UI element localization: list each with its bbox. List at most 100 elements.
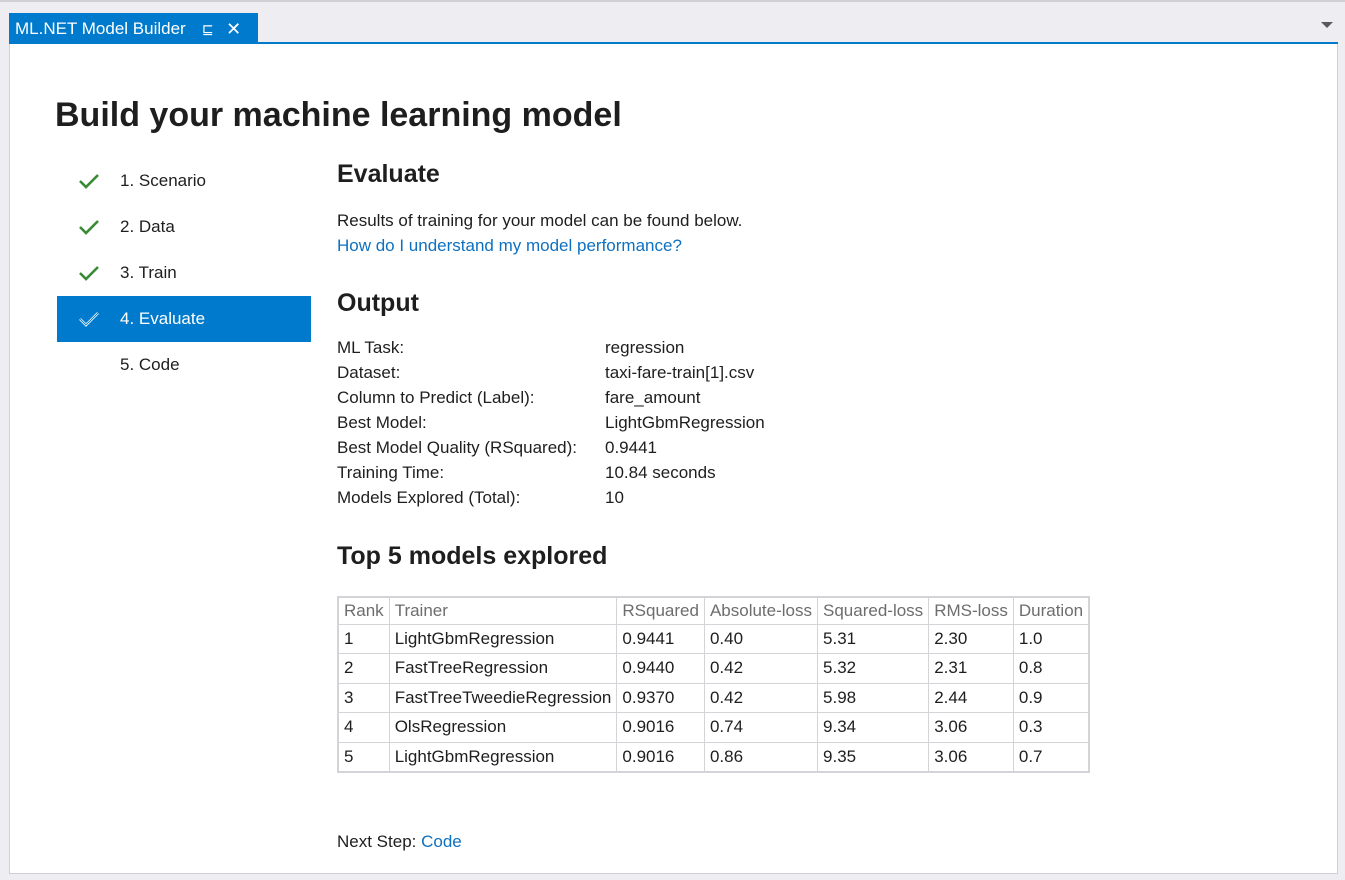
output-key: Dataset: <box>337 363 401 382</box>
checkmark-icon <box>57 296 120 342</box>
output-details: ML Task: regression Dataset: taxi-fare-trai… <box>337 338 765 513</box>
output-value: taxi-fare-train[1].csv <box>605 363 755 382</box>
output-row: Best Model: LightGbmRegression <box>337 413 765 438</box>
evaluate-heading: Evaluate <box>337 160 440 188</box>
table-header-row: Rank Trainer RSquared Absolute-loss Squared-… <box>337 596 1090 625</box>
table-cell-rsquared: 0.9370 <box>616 682 705 713</box>
table-cell-absolute-loss: 0.40 <box>703 623 819 654</box>
step-scenario[interactable]: 1. Scenario <box>57 158 311 204</box>
column-header-squared-loss[interactable]: Squared-loss <box>817 596 930 625</box>
table-cell-rank: 3 <box>337 682 390 713</box>
output-value: LightGbmRegression <box>605 413 765 432</box>
table-cell-duration: 0.3 <box>1012 712 1090 743</box>
output-heading: Output <box>337 289 419 317</box>
model-builder-pane: Build your machine learning model 1. Sce… <box>9 44 1338 874</box>
table-cell-rsquared: 0.9016 <box>616 712 705 743</box>
output-key: Best Model Quality (RSquared): <box>337 438 577 457</box>
output-value: 0.9441 <box>605 438 657 457</box>
table-cell-squared-loss: 9.34 <box>817 712 930 743</box>
table-row[interactable]: 2 FastTreeRegression 0.9440 0.42 5.32 2.31 0.8 <box>337 653 1090 684</box>
column-header-rsquared[interactable]: RSquared <box>616 596 705 625</box>
step-code[interactable]: 5. Code <box>57 342 311 388</box>
page-title: Build your machine learning model <box>55 96 622 134</box>
top-models-heading: Top 5 models explored <box>337 542 608 570</box>
close-icon[interactable]: ✕ <box>226 19 242 40</box>
step-navigation: 1. Scenario 2. Data 3. Train 4. Evaluate 5. … <box>57 158 311 388</box>
table-cell-squared-loss: 5.31 <box>817 623 930 654</box>
output-value: 10 <box>605 488 624 507</box>
tab-title: ML.NET Model Builder <box>15 19 186 38</box>
table-cell-rsquared: 0.9440 <box>616 653 705 684</box>
output-key: Models Explored (Total): <box>337 488 521 507</box>
checkmark-icon <box>57 158 120 204</box>
table-cell-duration: 0.7 <box>1012 741 1090 772</box>
table-cell-rank: 1 <box>337 623 390 654</box>
evaluate-description: Results of training for your model can b… <box>337 211 743 230</box>
column-header-duration[interactable]: Duration <box>1012 596 1090 625</box>
output-key: Column to Predict (Label): <box>337 388 535 407</box>
table-cell-trainer: FastTreeRegression <box>388 653 618 684</box>
output-key: ML Task: <box>337 338 405 357</box>
table-cell-squared-loss: 5.98 <box>817 682 930 713</box>
table-cell-rsquared: 0.9441 <box>616 623 705 654</box>
table-cell-trainer: LightGbmRegression <box>388 623 618 654</box>
output-row: Dataset: taxi-fare-train[1].csv <box>337 363 765 388</box>
output-key: Training Time: <box>337 463 445 482</box>
table-cell-trainer: OlsRegression <box>388 712 618 743</box>
step-label: 2. Data <box>120 217 175 236</box>
next-step: Next Step: Code <box>337 832 462 852</box>
step-train[interactable]: 3. Train <box>57 250 311 296</box>
output-row: Models Explored (Total): 10 <box>337 488 765 513</box>
step-data[interactable]: 2. Data <box>57 204 311 250</box>
output-key: Best Model: <box>337 413 427 432</box>
table-cell-absolute-loss: 0.74 <box>703 712 819 743</box>
output-row: ML Task: regression <box>337 338 765 363</box>
output-row: Column to Predict (Label): fare_amount <box>337 388 765 413</box>
table-cell-rank: 5 <box>337 741 390 772</box>
table-cell-duration: 1.0 <box>1012 623 1090 654</box>
column-header-absolute-loss[interactable]: Absolute-loss <box>703 596 819 625</box>
table-cell-absolute-loss: 0.42 <box>703 653 819 684</box>
table-cell-absolute-loss: 0.42 <box>703 682 819 713</box>
table-cell-duration: 0.8 <box>1012 653 1090 684</box>
column-header-rms-loss[interactable]: RMS-loss <box>928 596 1014 625</box>
column-header-trainer[interactable]: Trainer <box>388 596 618 625</box>
table-cell-squared-loss: 5.32 <box>817 653 930 684</box>
step-label: 1. Scenario <box>120 171 206 190</box>
table-cell-rms-loss: 3.06 <box>928 712 1014 743</box>
table-cell-rank: 2 <box>337 653 390 684</box>
table-cell-duration: 0.9 <box>1012 682 1090 713</box>
top-models-table: Rank Trainer RSquared Absolute-loss Squared-… <box>337 596 1091 773</box>
table-cell-trainer: FastTreeTweedieRegression <box>388 682 618 713</box>
table-row[interactable]: 3 FastTreeTweedieRegression 0.9370 0.42 5.98… <box>337 682 1090 713</box>
table-cell-rms-loss: 3.06 <box>928 741 1014 772</box>
checkmark-icon <box>57 250 120 296</box>
step-spacer <box>57 342 120 388</box>
output-row: Best Model Quality (RSquared): 0.9441 <box>337 438 765 463</box>
table-cell-rms-loss: 2.30 <box>928 623 1014 654</box>
output-value: 10.84 seconds <box>605 463 716 482</box>
table-row[interactable]: 4 OlsRegression 0.9016 0.74 9.34 3.06 0.3 <box>337 712 1090 743</box>
step-label: 5. Code <box>120 355 180 374</box>
step-label: 4. Evaluate <box>120 309 206 328</box>
table-row[interactable]: 1 LightGbmRegression 0.9441 0.40 5.31 2.30 1.0 <box>337 623 1090 654</box>
tab-model-builder[interactable]: ML.NET Model Builder ⊑ ✕ <box>9 13 258 45</box>
step-label: 3. Train <box>120 263 177 282</box>
document-tab-strip: ML.NET Model Builder ⊑ ✕ <box>0 0 1345 45</box>
table-cell-rms-loss: 2.44 <box>928 682 1014 713</box>
table-cell-trainer: LightGbmRegression <box>388 741 618 772</box>
table-row[interactable]: 5 LightGbmRegression 0.9016 0.86 9.35 3.06 0.7 <box>337 741 1090 772</box>
model-performance-help-link[interactable]: How do I understand my model performance… <box>337 236 682 256</box>
next-step-code-link[interactable]: Code <box>421 832 462 851</box>
table-cell-squared-loss: 9.35 <box>817 741 930 772</box>
tab-overflow-chevron-down-icon[interactable] <box>1321 22 1333 28</box>
table-cell-rank: 4 <box>337 712 390 743</box>
pin-icon[interactable]: ⊑ <box>200 21 216 38</box>
table-cell-rms-loss: 2.31 <box>928 653 1014 684</box>
output-value: fare_amount <box>605 388 701 407</box>
table-cell-absolute-loss: 0.86 <box>703 741 819 772</box>
column-header-rank[interactable]: Rank <box>337 596 390 625</box>
step-evaluate[interactable]: 4. Evaluate <box>57 296 311 342</box>
next-step-label: Next Step: <box>337 832 417 851</box>
checkmark-icon <box>57 204 120 250</box>
